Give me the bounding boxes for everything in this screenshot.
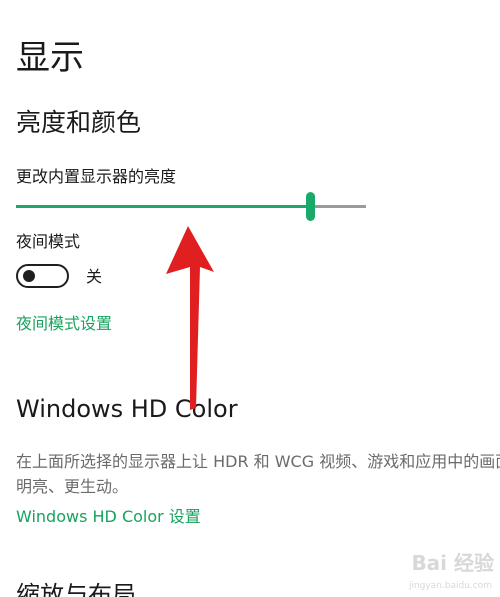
scale-layout-heading: 缩放与布局 — [16, 581, 136, 597]
brightness-slider[interactable] — [16, 192, 366, 222]
night-mode-settings-link[interactable]: 夜间模式设置 — [16, 312, 112, 336]
hd-color-settings-link[interactable]: Windows HD Color 设置 — [16, 505, 201, 529]
hd-color-description: 在上面所选择的显示器上让 HDR 和 WCG 视频、游戏和应用中的画面更 明亮、… — [16, 449, 500, 499]
baidu-watermark: Bai 经验 jingyan.baidu.com — [378, 545, 496, 591]
display-settings-page: 显示 亮度和颜色 更改内置显示器的亮度 夜间模式 关 夜间模式设置 Window… — [0, 0, 500, 597]
hd-color-description-line1: 在上面所选择的显示器上让 HDR 和 WCG 视频、游戏和应用中的画面更 — [16, 452, 500, 471]
night-mode-toggle[interactable] — [16, 264, 69, 288]
watermark-brand: Bai 经验 — [411, 551, 494, 575]
night-mode-toggle-state: 关 — [86, 267, 103, 286]
toggle-knob — [23, 270, 35, 282]
night-mode-label: 夜间模式 — [16, 232, 81, 251]
hd-color-description-line2: 明亮、更生动。 — [16, 477, 129, 496]
red-up-arrow-icon — [166, 226, 214, 410]
brightness-slider-label: 更改内置显示器的亮度 — [16, 167, 177, 186]
watermark-url: jingyan.baidu.com — [408, 581, 492, 591]
brightness-slider-thumb[interactable] — [306, 192, 315, 221]
page-title: 显示 — [16, 38, 84, 78]
brightness-color-heading: 亮度和颜色 — [16, 108, 142, 137]
brightness-slider-fill — [16, 205, 310, 208]
